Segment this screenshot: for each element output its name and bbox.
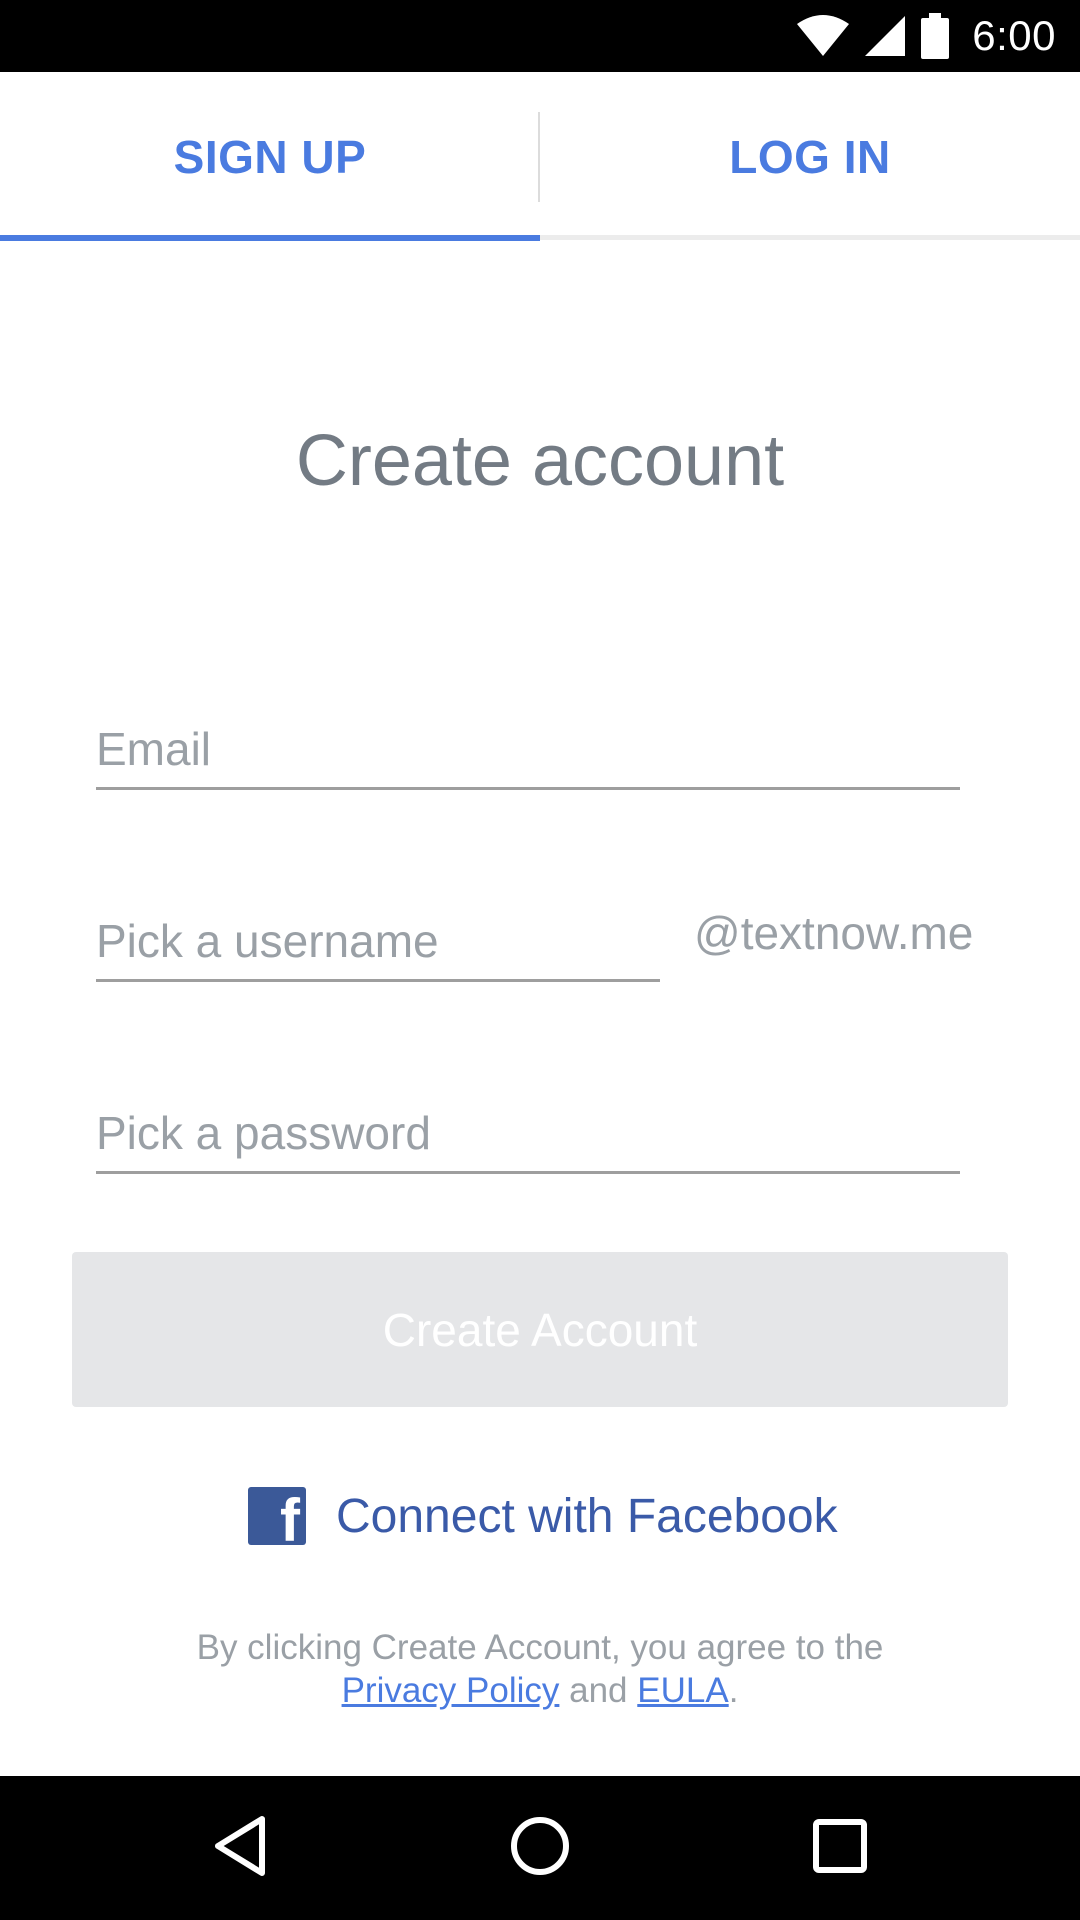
- home-button[interactable]: [460, 1776, 620, 1920]
- eula-link[interactable]: EULA: [637, 1671, 728, 1710]
- auth-tabs: SIGN UP LOG IN: [0, 72, 1080, 242]
- recents-icon: [812, 1818, 868, 1879]
- battery-icon: [920, 13, 950, 59]
- terms-suffix: .: [728, 1671, 739, 1710]
- cell-signal-icon: [864, 15, 906, 57]
- signup-screen: 6:00 SIGN UP LOG IN Create account @text…: [0, 0, 1080, 1920]
- terms-notice: By clicking Create Account, you agree to…: [0, 1626, 1080, 1712]
- email-field[interactable]: [96, 710, 960, 790]
- back-icon: [210, 1814, 270, 1883]
- status-time: 6:00: [972, 12, 1056, 59]
- terms-and: and: [569, 1671, 628, 1710]
- back-button[interactable]: [160, 1776, 320, 1920]
- facebook-icon: f: [248, 1487, 306, 1545]
- home-icon: [509, 1815, 571, 1882]
- terms-prefix: By clicking Create Account, you agree to…: [196, 1628, 884, 1667]
- page-title: Create account: [295, 421, 785, 501]
- wifi-icon: [796, 15, 850, 57]
- privacy-policy-link[interactable]: Privacy Policy: [342, 1671, 560, 1710]
- recents-button[interactable]: [760, 1776, 920, 1920]
- active-tab-indicator: [0, 235, 540, 241]
- create-account-button[interactable]: Create Account: [72, 1252, 1008, 1407]
- facebook-label: Connect with Facebook: [336, 1489, 838, 1543]
- status-icons: 6:00: [782, 0, 1056, 72]
- tab-sign-up[interactable]: SIGN UP: [0, 72, 540, 242]
- terms-links-line: Privacy Policy and EULA.: [0, 1669, 1080, 1712]
- password-field[interactable]: [96, 1094, 960, 1174]
- tab-log-in[interactable]: LOG IN: [540, 72, 1080, 242]
- username-domain-suffix: @textnow.me: [694, 907, 974, 959]
- username-field[interactable]: [96, 902, 660, 982]
- system-nav-bar: [0, 1776, 1080, 1920]
- status-bar: 6:00: [0, 0, 1080, 72]
- connect-facebook-button[interactable]: f Connect with Facebook: [248, 1486, 838, 1546]
